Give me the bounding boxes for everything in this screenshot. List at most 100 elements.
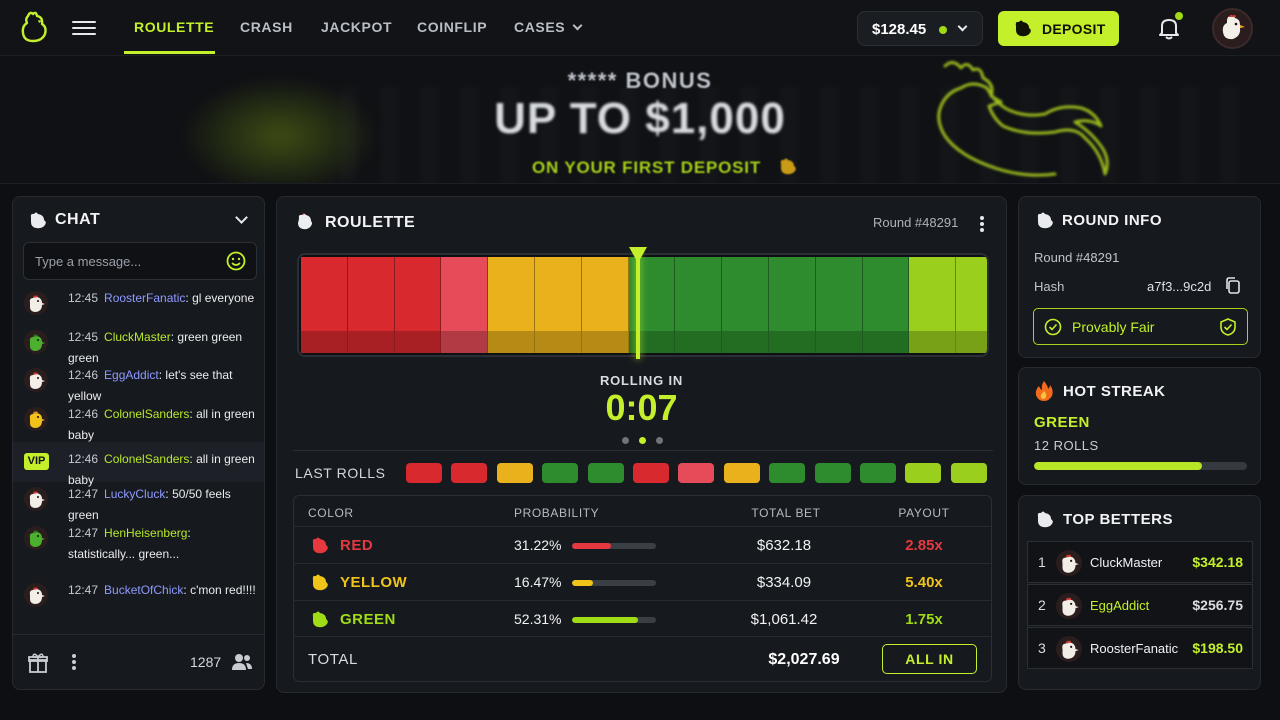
chat-avatar[interactable] xyxy=(24,583,48,607)
total-value: $2,027.69 xyxy=(768,651,840,668)
chat-avatar[interactable] xyxy=(24,330,48,354)
chat-username[interactable]: ColonelSanders xyxy=(104,452,189,466)
balance-amount: $128.45 xyxy=(872,21,927,38)
chicken-icon xyxy=(312,611,328,628)
chat-message: 12:47 BucketOfChick: c'mon red!!!! xyxy=(13,581,264,621)
copy-icon[interactable] xyxy=(1225,277,1241,295)
menu-icon[interactable] xyxy=(72,17,96,39)
users-icon xyxy=(232,654,252,670)
tab-crash[interactable]: CRASH xyxy=(240,19,293,35)
roulette-segment-lime xyxy=(956,257,987,353)
gift-icon[interactable] xyxy=(27,652,49,674)
chat-title: CHAT xyxy=(55,211,101,228)
chevron-down-icon xyxy=(572,20,583,31)
active-tab-indicator xyxy=(124,51,215,54)
roulette-panel: ROULETTE Round #48291 ROLLING IN 0:07 LA… xyxy=(276,196,1007,693)
chat-username[interactable]: EggAddict xyxy=(104,368,159,382)
provably-fair-label: Provably Fair xyxy=(1072,319,1155,335)
provably-fair-button[interactable]: Provably Fair xyxy=(1033,308,1248,345)
chat-avatar[interactable] xyxy=(24,526,48,550)
more-options-icon[interactable] xyxy=(979,214,985,232)
bet-row-yellow[interactable]: YELLOW 16.47% $334.09 5.40x xyxy=(294,563,991,600)
better-name: RoosterFanatic xyxy=(1090,641,1179,656)
chicken-icon xyxy=(312,537,328,554)
balance-dropdown[interactable]: $128.45 xyxy=(857,11,983,46)
chat-username[interactable]: HenHeisenberg xyxy=(104,526,187,540)
chat-username[interactable]: CluckMaster xyxy=(104,330,171,344)
chat-username[interactable]: LuckyCluck xyxy=(104,487,165,501)
chat-time: 12:47 xyxy=(68,487,99,501)
online-count: 1287 xyxy=(190,654,222,670)
tab-coinflip[interactable]: COINFLIP xyxy=(417,19,487,35)
streak-rolls: 12 ROLLS xyxy=(1034,438,1099,453)
column-header: PROBABILITY xyxy=(514,506,600,520)
chevron-down-icon[interactable] xyxy=(235,211,248,224)
deposit-button[interactable]: DEPOSIT xyxy=(998,11,1119,46)
chat-body: c'mon red!!!! xyxy=(190,583,256,597)
bet-payout: 2.85x xyxy=(905,537,943,554)
probability-bar xyxy=(572,543,656,549)
chat-footer: 1287 xyxy=(13,634,264,689)
chat-avatar[interactable] xyxy=(24,368,48,392)
last-roll-yellow xyxy=(496,463,533,483)
last-roll-yellow xyxy=(723,463,760,483)
bet-row-green[interactable]: GREEN 52.31% $1,061.42 1.75x xyxy=(294,600,991,637)
vip-badge: VIP xyxy=(24,453,49,470)
chat-avatar[interactable] xyxy=(24,407,48,431)
streak-color: GREEN xyxy=(1034,414,1090,431)
chicken-logo-icon[interactable] xyxy=(18,10,50,44)
better-row[interactable]: 3 RoosterFanatic $198.50 xyxy=(1027,627,1253,669)
countdown-timer: 0:07 xyxy=(605,387,678,428)
bet-total: $632.18 xyxy=(756,537,812,554)
promo-banner[interactable]: ***** BONUS UP TO $1,000 ON YOUR FIRST D… xyxy=(0,56,1280,184)
chicken-icon xyxy=(780,158,796,175)
tab-jackpot[interactable]: JACKPOT xyxy=(321,19,392,35)
bet-row-red[interactable]: RED 31.22% $632.18 2.85x xyxy=(294,526,991,563)
chat-time: 12:46 xyxy=(68,452,99,466)
chat-input[interactable] xyxy=(23,242,257,280)
bet-total: $1,061.42 xyxy=(750,611,818,628)
last-roll-green xyxy=(814,463,851,483)
tab-cases[interactable]: CASES xyxy=(514,19,583,35)
avatar[interactable] xyxy=(1212,8,1253,49)
roulette-segment-red xyxy=(347,257,395,353)
deposit-label: DEPOSIT xyxy=(1042,21,1106,37)
chicken-icon xyxy=(1037,212,1053,229)
roulette-segment-yellow xyxy=(488,257,535,353)
better-row[interactable]: 1 CluckMaster $342.18 xyxy=(1027,541,1253,583)
better-avatar xyxy=(1056,593,1082,619)
better-rank: 1 xyxy=(1038,554,1046,570)
chat-username[interactable]: BucketOfChick xyxy=(104,583,183,597)
hot-streak-panel: HOT STREAK GREEN 12 ROLLS xyxy=(1018,367,1261,485)
chat-username[interactable]: RoosterFanatic xyxy=(104,291,185,305)
tab-roulette[interactable]: ROULETTE xyxy=(134,19,214,35)
emoji-icon[interactable] xyxy=(226,251,246,271)
roulette-segment-green xyxy=(862,257,910,353)
check-circle-icon xyxy=(1044,318,1062,336)
chat-body: gl everyone xyxy=(192,291,255,305)
better-rank: 2 xyxy=(1038,597,1046,613)
all-in-button[interactable]: ALL IN xyxy=(882,644,977,674)
better-name: EggAddict xyxy=(1090,598,1150,613)
chicken-icon xyxy=(30,212,46,229)
chat-username[interactable]: ColonelSanders xyxy=(104,407,189,421)
shield-icon xyxy=(1220,318,1236,336)
divider xyxy=(293,450,993,451)
chat-avatar[interactable] xyxy=(24,487,48,511)
hash-label: Hash xyxy=(1034,279,1065,294)
last-roll-green xyxy=(542,463,579,483)
bet-payout: 5.40x xyxy=(905,574,943,591)
chat-avatar[interactable] xyxy=(24,291,48,315)
chat-message-text: 12:47 BucketOfChick: c'mon red!!!! xyxy=(68,580,258,601)
roulette-title: ROULETTE xyxy=(325,214,416,231)
better-avatar xyxy=(1056,636,1082,662)
better-row[interactable]: 2 EggAddict $256.75 xyxy=(1027,584,1253,626)
roulette-pointer xyxy=(636,255,640,359)
total-label: TOTAL xyxy=(308,651,358,668)
chat-message: 12:47 LuckyCluck: 50/50 feels green xyxy=(13,485,264,525)
top-nav: ROULETTE CRASH JACKPOT COINFLIP CASES $1… xyxy=(0,0,1280,56)
more-options-icon[interactable] xyxy=(72,652,78,672)
last-roll-pink xyxy=(678,463,715,483)
chat-message: 12:46 EggAddict: let's see that yellow xyxy=(13,366,264,406)
tab-cases-label: CASES xyxy=(514,19,566,35)
